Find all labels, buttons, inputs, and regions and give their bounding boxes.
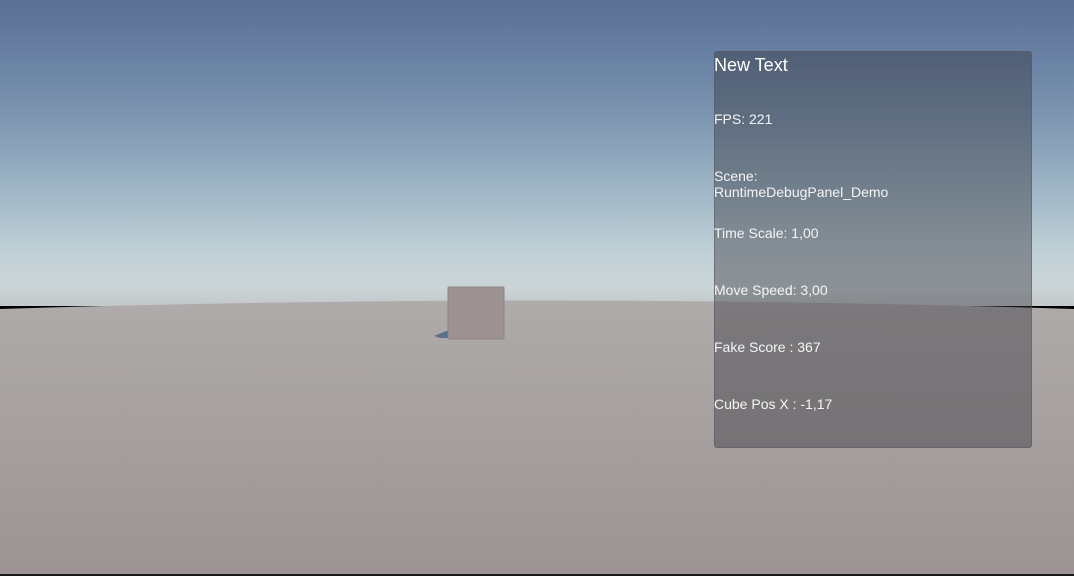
scene-text: Scene: RuntimeDebugPanel_Demo	[714, 168, 1014, 200]
game-viewport: New Text FPS: 221 Scene: RuntimeDebugPan…	[0, 0, 1074, 576]
cube-pos-x-text: Cube Pos X : -1,17	[714, 396, 833, 412]
move-speed-text: Move Speed: 3,00	[714, 282, 828, 298]
fps-text: FPS: 221	[714, 111, 773, 127]
scene-name: RuntimeDebugPanel_Demo	[714, 184, 889, 200]
scene-label: Scene:	[714, 168, 758, 184]
cube	[447, 286, 505, 340]
runtime-debug-panel: New Text FPS: 221 Scene: RuntimeDebugPan…	[714, 51, 1032, 448]
panel-title: New Text	[714, 55, 788, 75]
time-scale-text: Time Scale: 1,00	[714, 225, 819, 241]
fake-score-text: Fake Score : 367	[714, 339, 821, 355]
